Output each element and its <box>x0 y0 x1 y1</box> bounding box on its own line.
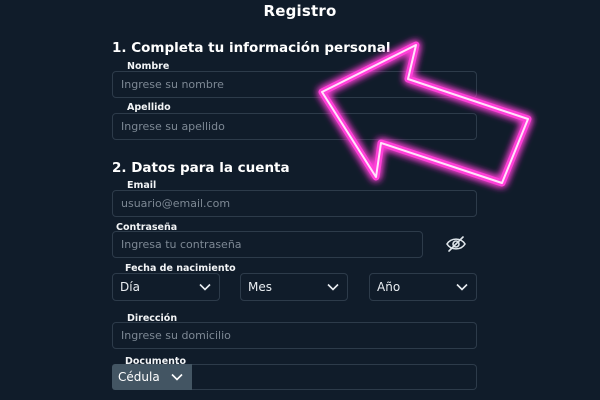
password-input[interactable] <box>112 231 423 258</box>
day-select-value: Día <box>120 280 140 294</box>
section-title-personal-info: 1. Completa tu información personal <box>112 40 391 56</box>
day-select[interactable]: Día <box>112 273 220 301</box>
document-number-input[interactable] <box>192 364 477 390</box>
address-input[interactable] <box>112 322 477 349</box>
eye-off-icon[interactable] <box>445 234 467 254</box>
chevron-down-icon <box>456 283 468 291</box>
chevron-down-icon <box>199 283 211 291</box>
nombre-input[interactable] <box>112 71 477 98</box>
email-input[interactable] <box>112 190 477 217</box>
document-type-select[interactable]: Cédula <box>112 364 192 390</box>
apellido-label: Apellido <box>127 102 171 113</box>
month-select-value: Mes <box>248 280 272 294</box>
chevron-down-icon <box>171 373 183 381</box>
month-select[interactable]: Mes <box>240 273 348 301</box>
document-label: Documento <box>125 356 186 367</box>
section-title-account-data: 2. Datos para la cuenta <box>112 160 290 176</box>
chevron-down-icon <box>327 283 339 291</box>
page-title: Registro <box>263 2 337 20</box>
year-select-value: Año <box>377 280 401 294</box>
year-select[interactable]: Año <box>369 273 477 301</box>
document-type-value: Cédula <box>118 370 160 384</box>
apellido-input[interactable] <box>112 113 477 140</box>
